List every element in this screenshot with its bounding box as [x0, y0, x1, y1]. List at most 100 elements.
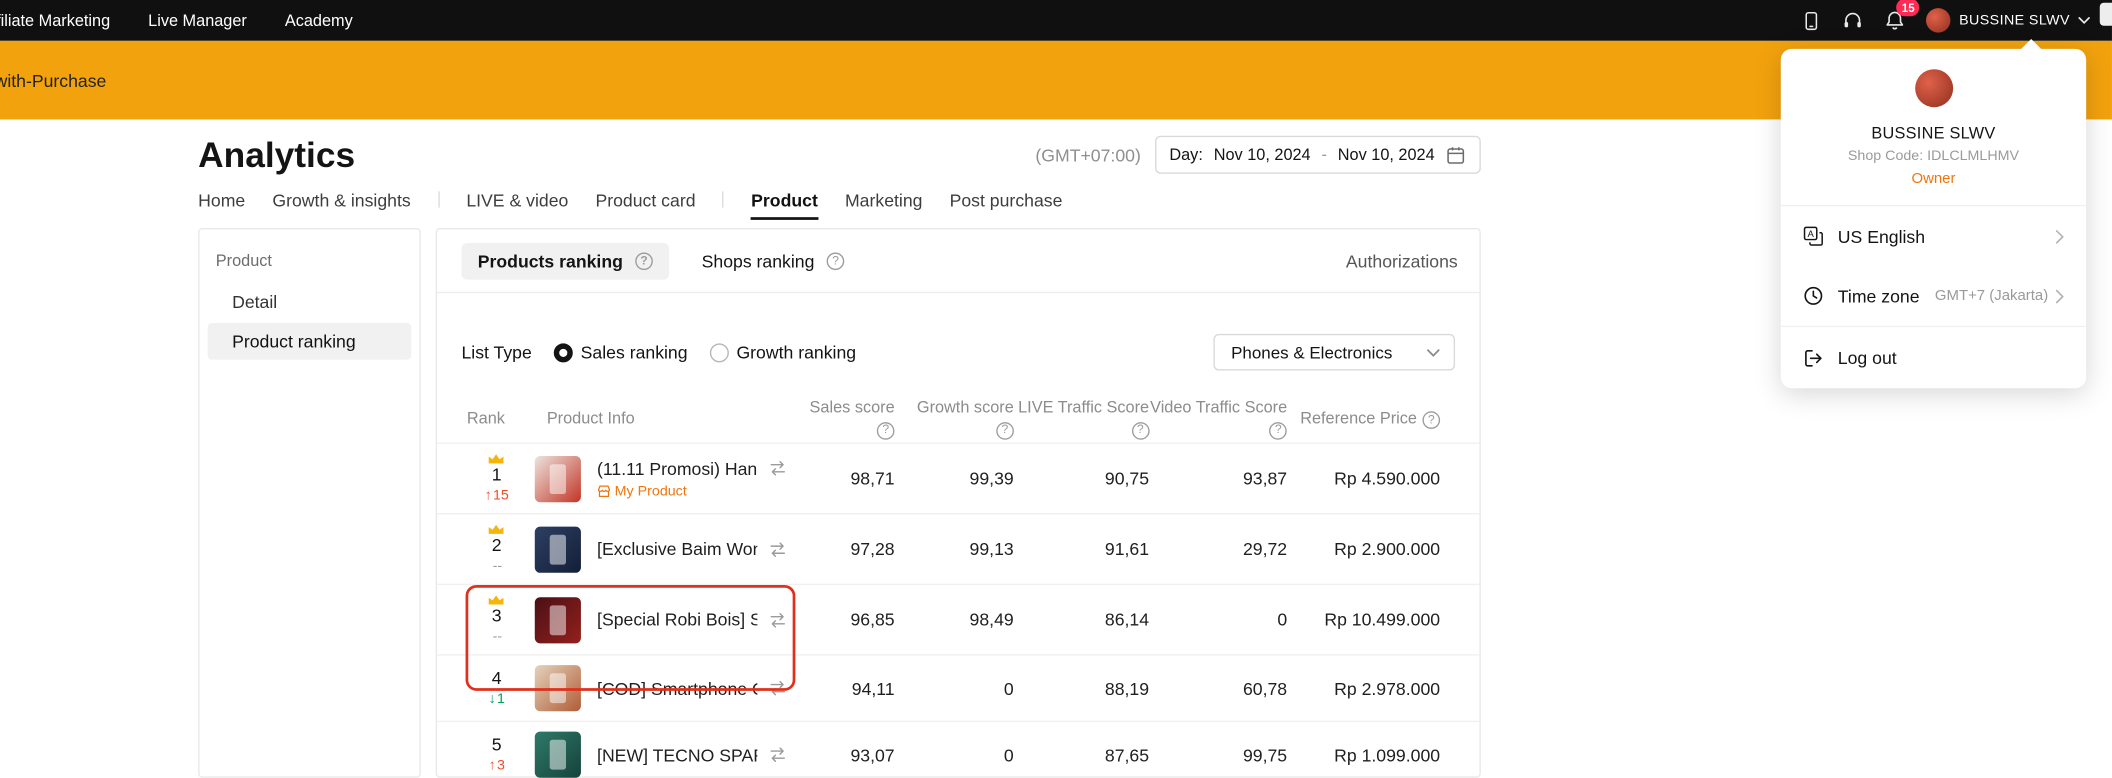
tab-product-card[interactable]: Product card [595, 189, 695, 209]
info-icon[interactable] [1269, 422, 1287, 440]
radio-sales-ranking[interactable]: Sales ranking [554, 342, 688, 362]
product-cell[interactable]: [Special Robi Bois] Sma... [526, 597, 789, 643]
tab-divider [438, 191, 439, 207]
tab-products-ranking[interactable]: Products ranking [461, 242, 669, 279]
table-row[interactable]: 2 -- [Exclusive Baim Wong... 97,28 99,13… [437, 514, 1479, 585]
calendar-icon[interactable] [1446, 145, 1466, 165]
nav-live-manager[interactable]: Live Manager [148, 11, 247, 30]
mobile-app-icon[interactable] [1802, 10, 1822, 30]
product-image [535, 455, 581, 501]
growth-score-value: 0 [895, 678, 1014, 698]
tab-live-video[interactable]: LIVE & video [466, 189, 568, 209]
reference-price-value: Rp 1.099.000 [1287, 744, 1440, 764]
info-icon[interactable] [827, 252, 845, 270]
product-title: [COD] Smartphone OPP... [597, 678, 757, 698]
shop-icon [597, 484, 611, 498]
reference-price-value: Rp 4.590.000 [1287, 468, 1440, 488]
top-nav: Affiliate Marketing Live Manager Academy [0, 11, 353, 30]
tab-growth-insights[interactable]: Growth & insights [272, 189, 410, 209]
rank-change: -- [491, 558, 502, 574]
info-icon[interactable] [996, 422, 1014, 440]
compare-icon[interactable] [768, 745, 787, 764]
product-image [535, 526, 581, 572]
compare-icon[interactable] [768, 540, 787, 559]
table-row[interactable]: 4 ↓1 [COD] Smartphone OPP... 94,11 0 88,… [437, 656, 1479, 723]
category-select[interactable]: Phones & Electronics [1213, 334, 1455, 371]
product-cell[interactable]: (11.11 Promosi) Han... My Product [526, 455, 789, 501]
nav-affiliate-marketing[interactable]: Affiliate Marketing [0, 11, 110, 30]
crown-icon [488, 524, 506, 535]
col-live-traffic-score: LIVE Traffic Score [1014, 398, 1149, 439]
radio-dot-selected[interactable] [554, 343, 573, 362]
growth-score-value: 98,49 [895, 609, 1014, 629]
crown-icon [488, 453, 506, 464]
radio-growth-ranking[interactable]: Growth ranking [709, 342, 856, 362]
rank-change: ↑3 [488, 757, 504, 773]
col-growth-score: Growth score [895, 398, 1014, 439]
ranking-panel: Products ranking Shops ranking Authoriza… [436, 228, 1481, 778]
table-row[interactable]: 5 ↑3 [NEW] TECNO SPARK G... 93,07 0 87,6… [437, 722, 1479, 778]
info-icon[interactable] [1422, 411, 1440, 429]
notification-bell-icon[interactable]: 15 [1884, 10, 1906, 32]
date-end-value[interactable]: Nov 10, 2024 [1338, 145, 1435, 164]
rank-number: 3 [492, 607, 502, 627]
product-cell[interactable]: [Exclusive Baim Wong... [526, 526, 789, 572]
tab-shops-ranking[interactable]: Shops ranking [702, 250, 845, 270]
product-title: (11.11 Promosi) Han... [597, 458, 757, 478]
account-name: BUSSINE SLWV [1959, 12, 2070, 28]
authorizations-link[interactable]: Authorizations [1346, 250, 1458, 270]
tab-home[interactable]: Home [198, 189, 245, 209]
nav-academy[interactable]: Academy [285, 11, 353, 30]
table-row[interactable]: 3 -- [Special Robi Bois] Sma... 96,85 98… [437, 585, 1479, 656]
live-traffic-value: 88,19 [1014, 678, 1149, 698]
shop-code: Shop Code: IDLCLMLHMV [1794, 148, 2072, 164]
date-separator: - [1321, 145, 1326, 164]
date-range-picker[interactable]: Day: Nov 10, 2024 - Nov 10, 2024 [1154, 136, 1480, 174]
video-traffic-value: 99,75 [1149, 744, 1287, 764]
product-cell[interactable]: [NEW] TECNO SPARK G... [526, 732, 789, 778]
video-traffic-value: 29,72 [1149, 539, 1287, 559]
date-start-value[interactable]: Nov 10, 2024 [1214, 145, 1311, 164]
avatar [1927, 8, 1951, 32]
product-image [535, 665, 581, 711]
menu-item-language[interactable]: A US English [1781, 206, 2086, 266]
col-reference-price: Reference Price [1287, 408, 1440, 429]
headset-support-icon[interactable] [1842, 10, 1864, 32]
radio-sales-label: Sales ranking [581, 342, 688, 362]
info-icon[interactable] [1131, 422, 1149, 440]
product-cell[interactable]: [COD] Smartphone OPP... [526, 665, 789, 711]
sidebar-item-detail[interactable]: Detail [208, 284, 412, 321]
menu-item-logout[interactable]: Log out [1781, 326, 2086, 388]
info-icon[interactable] [877, 422, 895, 440]
compare-icon[interactable] [768, 459, 787, 478]
tab-product[interactable]: Product [751, 189, 818, 209]
top-navigation-bar: Affiliate Marketing Live Manager Academy… [0, 0, 2112, 41]
radio-dot[interactable] [709, 343, 728, 362]
col-sales-score: Sales score [789, 398, 895, 439]
date-granularity-label[interactable]: Day: [1169, 145, 1203, 164]
tab-post-purchase[interactable]: Post purchase [950, 189, 1063, 209]
growth-score-value: 99,13 [895, 539, 1014, 559]
tab-shops-ranking-label: Shops ranking [702, 250, 815, 270]
compare-icon[interactable] [768, 610, 787, 629]
account-menu-trigger[interactable]: BUSSINE SLWV [1927, 8, 2091, 32]
chevron-right-icon [2055, 288, 2065, 303]
table-row[interactable]: 1 ↑15 (11.11 Promosi) Han... My Product … [437, 444, 1479, 515]
analytics-tabs: Home Growth & insights LIVE & video Prod… [198, 186, 1062, 213]
rank-change-arrow-icon: ↓ [488, 691, 495, 707]
list-type-label: List Type [461, 342, 531, 362]
my-product-label: My Product [615, 483, 687, 499]
compare-icon[interactable] [768, 679, 787, 698]
info-icon[interactable] [635, 252, 653, 270]
col-product-info: Product Info [526, 409, 789, 429]
sidebar: Product Detail Product ranking [198, 228, 421, 778]
reference-price-value: Rp 10.499.000 [1287, 609, 1440, 629]
menu-item-timezone[interactable]: Time zone GMT+7 (Jakarta) [1781, 266, 2086, 326]
product-title: [Exclusive Baim Wong... [597, 539, 757, 559]
tab-marketing[interactable]: Marketing [845, 189, 922, 209]
avatar-large [1914, 69, 1952, 107]
chevron-right-icon [2055, 229, 2065, 244]
live-traffic-value: 86,14 [1014, 609, 1149, 629]
account-dropdown-menu: BUSSINE SLWV Shop Code: IDLCLMLHMV Owner… [1781, 49, 2086, 388]
sidebar-item-product-ranking[interactable]: Product ranking [208, 323, 412, 360]
